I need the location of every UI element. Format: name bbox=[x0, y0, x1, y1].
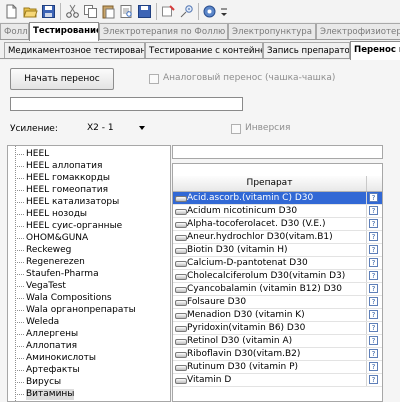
help-icon[interactable]: ? bbox=[369, 349, 378, 358]
toolbar-separator bbox=[198, 3, 199, 20]
toolbar-options-icon[interactable] bbox=[220, 3, 228, 20]
capsule-icon bbox=[175, 222, 187, 228]
help-icon[interactable]: ? bbox=[369, 232, 378, 241]
table-row[interactable]: Cholecalciferolum D30(vitamin D3) ? bbox=[173, 270, 382, 283]
capsule-icon bbox=[175, 313, 187, 319]
cut-icon[interactable] bbox=[64, 3, 81, 20]
capsule-icon bbox=[175, 352, 187, 358]
help-icon[interactable]: ? bbox=[369, 258, 378, 267]
capsule-icon bbox=[175, 300, 187, 306]
table-row[interactable]: Riboflavin D30(vitam.B2) ? bbox=[173, 348, 382, 361]
capsule-icon bbox=[175, 339, 187, 345]
capsule-icon bbox=[175, 326, 187, 332]
transfer-path-field[interactable] bbox=[10, 97, 243, 111]
table-row[interactable]: Retinol D30 (vitamin A) ? bbox=[173, 335, 382, 348]
paste-icon[interactable] bbox=[100, 3, 117, 20]
table-row[interactable]: Vitamin D ? bbox=[173, 374, 382, 387]
tab-medication-testing[interactable]: Медикаментозное тестирование bbox=[4, 42, 145, 58]
help-icon[interactable]: ? bbox=[369, 193, 378, 202]
sub-tab-strip: Медикаментозное тестирование Тестировани… bbox=[0, 41, 400, 60]
copy-icon[interactable] bbox=[82, 3, 99, 20]
help-icon[interactable]: ? bbox=[369, 362, 378, 371]
chevron-down-icon bbox=[139, 126, 145, 130]
analog-transfer-label: Аналоговый перенос (чашка-чашка) bbox=[163, 73, 336, 83]
capsule-icon bbox=[175, 378, 187, 384]
column-header-preparation[interactable]: Препарат bbox=[173, 176, 367, 191]
table-row[interactable]: Cyancobalamin (vitamin B12) D30 ? bbox=[173, 283, 382, 296]
tab-foll[interactable]: Фолль bbox=[0, 23, 29, 39]
toolbar bbox=[0, 0, 400, 24]
preparation-group-tree[interactable]: HEEL HEEL аллопатия HEEL гомаккорды HEEL… bbox=[7, 145, 171, 402]
help-icon[interactable]: ? bbox=[369, 219, 378, 228]
gain-select[interactable]: X2 - 1 bbox=[84, 121, 148, 135]
table-row[interactable]: Menadion D30 (vitamin K) ? bbox=[173, 309, 382, 322]
table-row[interactable]: Folsaure D30 ? bbox=[173, 296, 382, 309]
capsule-icon bbox=[175, 209, 187, 215]
table-row[interactable]: Rutinum D30 (vitamin P) ? bbox=[173, 361, 382, 374]
help-icon[interactable]: ? bbox=[369, 375, 378, 384]
help-icon[interactable]: ? bbox=[369, 245, 378, 254]
capsule-icon bbox=[175, 261, 187, 267]
find-icon[interactable] bbox=[160, 3, 177, 20]
capsule-icon bbox=[175, 365, 187, 371]
gain-label: Усиление: bbox=[10, 124, 58, 134]
toolbar-separator bbox=[156, 3, 157, 20]
tab-container-testing[interactable]: Тестирование с контейнера bbox=[145, 42, 263, 58]
table-row[interactable]: Calcium-D-pantotenat D30 ? bbox=[173, 257, 382, 270]
start-transfer-button[interactable]: Начать перенос bbox=[10, 68, 114, 90]
save-disk-icon[interactable] bbox=[136, 3, 153, 20]
capsule-icon bbox=[175, 248, 187, 254]
help-icon[interactable]: ? bbox=[369, 206, 378, 215]
tab-electrophysiotherapy[interactable]: Электрофизиотерапия bbox=[316, 23, 400, 39]
open-folder-icon[interactable] bbox=[22, 3, 39, 20]
table-row[interactable]: Aneur.hydrochlor D30(vitam.B1) ? bbox=[173, 231, 382, 244]
help-icon[interactable]: ? bbox=[369, 310, 378, 319]
gain-value: X2 - 1 bbox=[87, 123, 114, 133]
table-row[interactable]: Alpha-tocoferolacet. D30 (V.E.) ? bbox=[173, 218, 382, 231]
tab-electrotherapy-foll[interactable]: Электротерапия по Фоллю bbox=[99, 23, 228, 39]
inversion-label: Инверсия bbox=[245, 123, 291, 133]
toolbar-separator bbox=[60, 3, 61, 20]
help-icon[interactable]: ? bbox=[369, 271, 378, 280]
capsule-icon bbox=[175, 274, 187, 280]
table-row[interactable]: Biotin D30 (vitamin H) ? bbox=[173, 244, 382, 257]
help-icon[interactable]: ? bbox=[369, 284, 378, 293]
help-icon[interactable]: ? bbox=[369, 323, 378, 332]
spellcheck-icon[interactable] bbox=[178, 3, 195, 20]
table-row-selected[interactable]: Acid.ascorb.(vitamin C) D30 ? bbox=[173, 192, 382, 205]
tab-testing[interactable]: Тестирование bbox=[29, 22, 99, 41]
new-document-icon[interactable] bbox=[3, 3, 20, 20]
print-preview-icon[interactable] bbox=[118, 3, 135, 20]
help-icon[interactable]: ? bbox=[369, 336, 378, 345]
inversion-checkbox[interactable] bbox=[231, 124, 241, 134]
tab-electropuncture[interactable]: Электропунктура bbox=[228, 23, 316, 39]
settings-icon[interactable] bbox=[201, 3, 218, 20]
capsule-icon bbox=[175, 235, 187, 241]
preparation-search-input[interactable] bbox=[172, 145, 383, 159]
table-row[interactable]: Acidum nicotinicum D30 ? bbox=[173, 205, 382, 218]
analog-transfer-checkbox[interactable] bbox=[149, 74, 159, 84]
tab-record-preparations[interactable]: Запись препаратов bbox=[263, 42, 350, 58]
grid-header: Препарат bbox=[173, 176, 382, 192]
preparation-grid[interactable]: Препарат Acid.ascorb.(vitamin C) D30 ? A… bbox=[172, 163, 383, 402]
save-icon[interactable] bbox=[40, 3, 57, 20]
help-icon[interactable]: ? bbox=[369, 297, 378, 306]
table-row[interactable]: Pyridoxin(vitamin B6) D30 ? bbox=[173, 322, 382, 335]
tab-transfer-info[interactable]: Перенос инф bbox=[350, 41, 400, 60]
capsule-icon bbox=[175, 287, 187, 293]
main-tab-strip: Фолль Тестирование Электротерапия по Фол… bbox=[0, 22, 400, 41]
capsule-icon bbox=[175, 196, 187, 202]
